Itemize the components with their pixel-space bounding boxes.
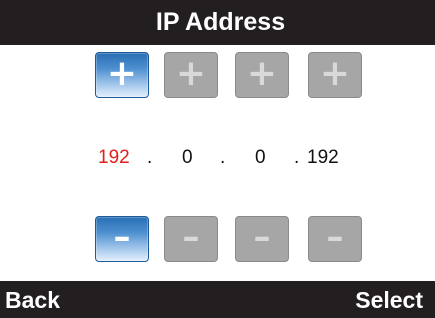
octet-3-decrement-button[interactable]: – [235,216,289,262]
ip-address-screen: IP Address + + + + 192 . 0 . 0 . 192 – –… [0,0,435,318]
minus-icon: – [326,217,344,257]
select-softkey[interactable]: Select [355,287,423,314]
octet-separator: . [147,147,153,168]
title-bar: IP Address [0,0,435,45]
plus-icon: + [319,53,351,94]
decrement-button-row: – – – – [0,216,435,262]
octet-1-increment-button[interactable]: + [95,52,149,98]
softkey-bar: Back Select [0,281,435,318]
plus-icon: + [106,53,138,94]
minus-icon: – [253,217,271,257]
plus-icon: + [246,53,278,94]
ip-address-value: 192 . 0 . 0 . 192 [0,143,435,173]
octet-separator: . [220,147,226,168]
octet-4-decrement-button[interactable]: – [308,216,362,262]
octet-2-increment-button[interactable]: + [164,52,218,98]
ip-octet-4[interactable]: 192 [307,147,339,169]
increment-button-row: + + + + [0,52,435,98]
plus-icon: + [175,53,207,94]
octet-4-increment-button[interactable]: + [308,52,362,98]
page-title: IP Address [155,8,286,36]
octet-1-decrement-button[interactable]: – [95,216,149,262]
octet-separator: . [294,147,300,168]
ip-octet-3[interactable]: 0 [255,147,266,169]
octet-3-increment-button[interactable]: + [235,52,289,98]
minus-icon: – [113,217,131,257]
octet-2-decrement-button[interactable]: – [164,216,218,262]
ip-octet-1[interactable]: 192 [98,147,130,169]
back-softkey[interactable]: Back [5,287,60,314]
ip-octet-2[interactable]: 0 [182,147,193,169]
minus-icon: – [182,217,200,257]
